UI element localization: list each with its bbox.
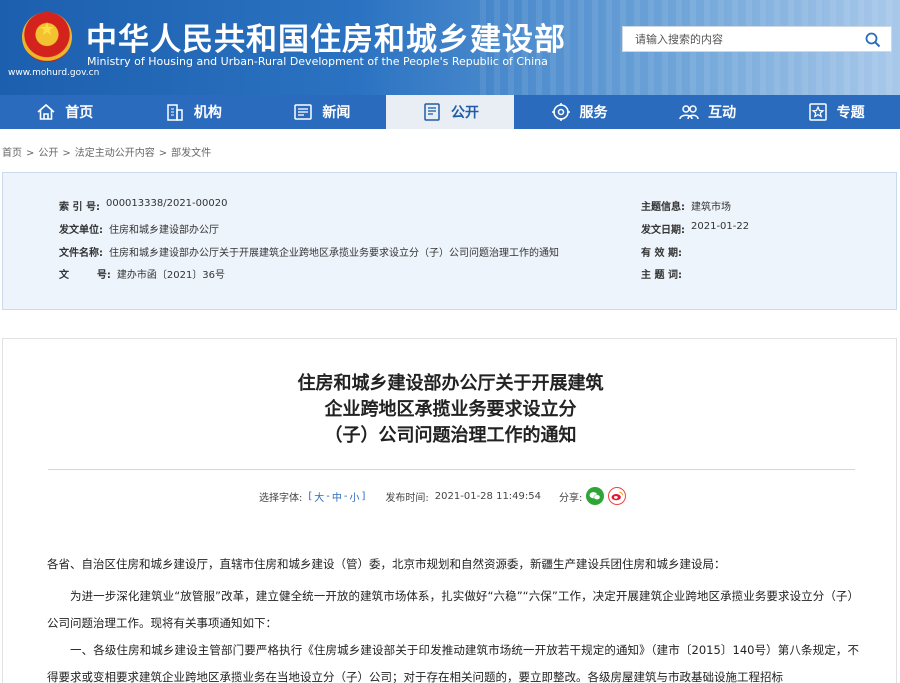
nav-label-home: 首页 bbox=[65, 105, 94, 121]
nav-item-interact[interactable]: 互动 bbox=[643, 95, 772, 129]
font-size-medium[interactable]: 中 bbox=[332, 489, 342, 504]
info-docno: 文 号: 建办市函〔2021〕36号 bbox=[59, 266, 225, 281]
news-icon bbox=[294, 104, 313, 120]
home-icon bbox=[37, 103, 55, 120]
nav-label-news: 新闻 bbox=[322, 105, 351, 121]
nav-item-home[interactable]: 首页 bbox=[0, 95, 129, 129]
publish-time-value: 2021-01-28 11:49:54 bbox=[434, 490, 541, 502]
article-title-line: 企业跨地区承揽业务要求设立分 bbox=[324, 399, 577, 420]
nav-label-service: 服务 bbox=[579, 105, 608, 121]
breadcrumb-public[interactable]: 公开 bbox=[38, 148, 58, 159]
font-size-bracket-open: [ bbox=[308, 490, 313, 502]
nav-item-public[interactable]: 公开 bbox=[385, 95, 515, 129]
document-info-box: 索 引 号: 000013338/2021-00020 发文单位: 住房和城乡建… bbox=[2, 172, 897, 310]
font-size-small[interactable]: 小 bbox=[350, 489, 360, 504]
site-title[interactable]: 中华人民共和国住房和城乡建设部 bbox=[86, 14, 566, 59]
nav-label-topics: 专题 bbox=[836, 105, 865, 121]
info-filename: 文件名称: 住房和城乡建设部办公厅关于开展建筑企业跨地区承揽业务要求设立分（子）… bbox=[59, 244, 559, 259]
main-nav: 首页 机构 新闻 公开 服务 互动 专题 bbox=[0, 95, 900, 129]
info-index-label: 索 引 号: bbox=[59, 202, 100, 213]
service-icon bbox=[551, 103, 570, 121]
site-header: ★ www.mohurd.gov.cn 中华人民共和国住房和城乡建设部 Mini… bbox=[0, 0, 900, 95]
search-input[interactable] bbox=[623, 27, 853, 51]
info-docno-label: 文 号: bbox=[59, 270, 111, 281]
article-paragraph: 各省、自治区住房和城乡建设厅，直辖市住房和城乡建设（管）委，北京市规划和自然资源… bbox=[47, 557, 726, 571]
info-keywords: 主 题 词: bbox=[641, 266, 688, 281]
info-topic: 主题信息: 建筑市场 bbox=[641, 198, 731, 213]
info-issuer: 发文单位: 住房和城乡建设部办公厅 bbox=[59, 221, 219, 236]
font-size-large[interactable]: 大 bbox=[314, 489, 324, 504]
breadcrumb-separator: > bbox=[62, 148, 71, 159]
breadcrumb-statutory[interactable]: 法定主动公开内容 bbox=[75, 148, 155, 159]
info-date-label: 发文日期: bbox=[641, 225, 685, 236]
breadcrumb-separator: > bbox=[26, 148, 35, 159]
breadcrumb-separator: > bbox=[158, 148, 168, 159]
info-topic-value: 建筑市场 bbox=[691, 202, 731, 213]
font-size-separator: - bbox=[326, 490, 330, 502]
wechat-share-icon[interactable] bbox=[586, 487, 605, 505]
national-emblem-icon[interactable]: ★ bbox=[22, 12, 72, 62]
info-validity: 有 效 期: bbox=[641, 244, 688, 259]
font-size-separator: - bbox=[343, 490, 348, 502]
nav-item-news[interactable]: 新闻 bbox=[257, 95, 386, 129]
building-icon bbox=[167, 104, 183, 121]
document-icon bbox=[424, 103, 440, 121]
nav-label-org: 机构 bbox=[193, 105, 222, 121]
info-index: 索 引 号: 000013338/2021-00020 bbox=[59, 198, 227, 213]
nav-item-service[interactable]: 服务 bbox=[514, 95, 643, 129]
star-icon bbox=[808, 103, 827, 121]
weibo-share-icon[interactable] bbox=[608, 487, 627, 505]
breadcrumb: 首页 > 公开 > 法定主动公开内容 > 部发文件 bbox=[2, 144, 211, 159]
nav-label-interact: 互动 bbox=[708, 105, 737, 121]
info-validity-label: 有 效 期: bbox=[641, 248, 682, 259]
title-divider bbox=[48, 469, 855, 470]
nav-item-topics[interactable]: 专题 bbox=[771, 95, 900, 129]
info-date: 发文日期: 2021-01-22 bbox=[641, 221, 749, 236]
nav-label-public: 公开 bbox=[450, 105, 479, 121]
people-icon bbox=[679, 105, 699, 120]
info-issuer-value: 住房和城乡建设部办公厅 bbox=[109, 225, 219, 236]
publish-time-label: 发布时间: bbox=[385, 492, 429, 504]
share-label: 分享: bbox=[559, 492, 583, 504]
article-title-line: （子）公司问题治理工作的通知 bbox=[324, 425, 577, 446]
search-icon[interactable] bbox=[865, 32, 881, 48]
site-url: www.mohurd.gov.cn bbox=[8, 68, 100, 78]
article-paragraph: 一、各级住房和城乡建设主管部门要严格执行《住房城乡建设部关于印发推动建筑市场统一… bbox=[47, 643, 859, 683]
info-filename-label: 文件名称: bbox=[59, 248, 103, 259]
search-box bbox=[622, 26, 892, 52]
breadcrumb-home[interactable]: 首页 bbox=[2, 148, 22, 159]
info-topic-label: 主题信息: bbox=[641, 202, 685, 213]
font-size-bracket-close: ] bbox=[361, 490, 366, 502]
info-keywords-label: 主 题 词: bbox=[641, 270, 682, 281]
site-subtitle: Ministry of Housing and Urban-Rural Deve… bbox=[87, 55, 548, 68]
nav-item-org[interactable]: 机构 bbox=[129, 95, 258, 129]
article-title-line: 住房和城乡建设部办公厅关于开展建筑 bbox=[297, 373, 604, 394]
font-size-label: 选择字体: bbox=[259, 492, 303, 504]
article-paragraph: 为进一步深化建筑业“放管服”改革，建立健全统一开放的建筑市场体系，扎实做好“六稳… bbox=[47, 589, 859, 630]
info-issuer-label: 发文单位: bbox=[59, 225, 103, 236]
article-title: 住房和城乡建设部办公厅关于开展建筑 企业跨地区承揽业务要求设立分 （子）公司问题… bbox=[3, 371, 898, 449]
article: 住房和城乡建设部办公厅关于开展建筑 企业跨地区承揽业务要求设立分 （子）公司问题… bbox=[2, 338, 897, 683]
info-docno-value: 建办市函〔2021〕36号 bbox=[116, 270, 226, 281]
breadcrumb-ministry-docs[interactable]: 部发文件 bbox=[171, 148, 211, 159]
info-filename-value: 住房和城乡建设部办公厅关于开展建筑企业跨地区承揽业务要求设立分（子）公司问题治理… bbox=[109, 248, 559, 259]
info-index-value: 000013338/2021-00020 bbox=[105, 198, 228, 209]
info-date-value: 2021-01-22 bbox=[691, 221, 750, 232]
article-meta: 选择字体: [ 大 - 中 - 小 ] 发布时间: 2021-01-28 11:… bbox=[259, 487, 627, 505]
